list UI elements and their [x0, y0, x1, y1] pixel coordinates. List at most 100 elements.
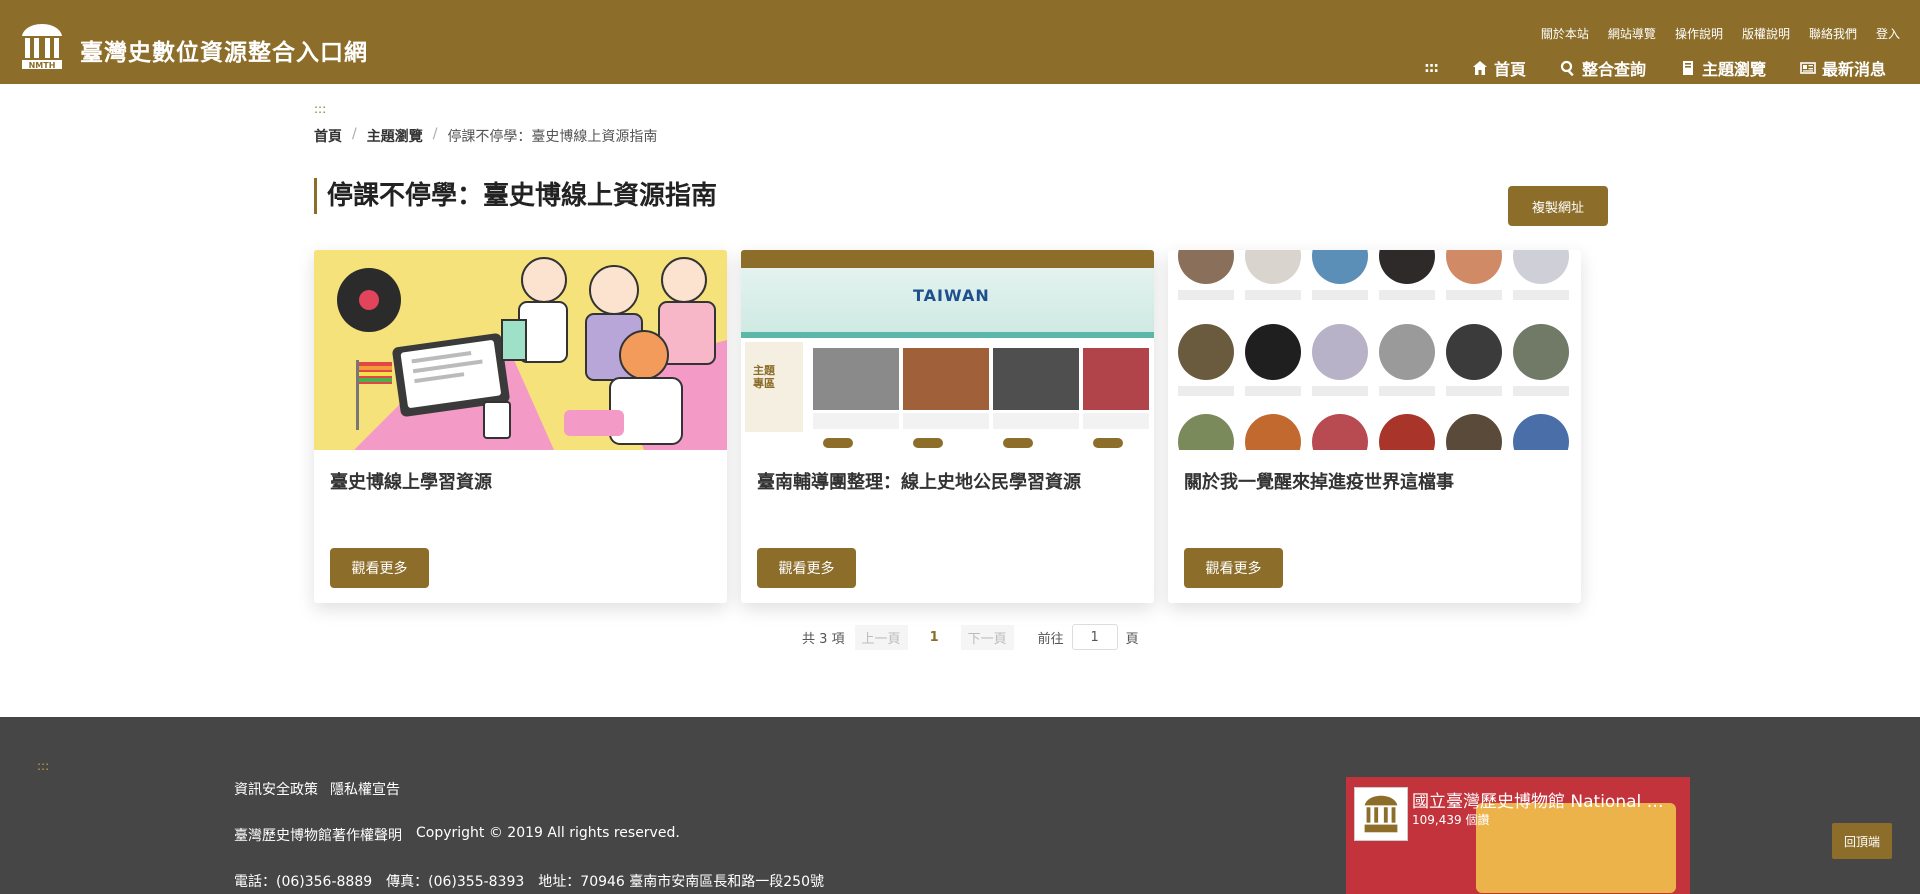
- facebook-likes: 109,439 個讚: [1412, 813, 1490, 827]
- screenshot-caption: [993, 413, 1079, 429]
- pagination-goto-input[interactable]: [1071, 624, 1118, 650]
- footer-copyright-text: Copyright © 2019 All rights reserved.: [416, 825, 680, 841]
- grid-photo: [1178, 250, 1234, 284]
- grid-caption: [1178, 386, 1234, 396]
- grid-photo: [1178, 324, 1234, 380]
- nmth-logo[interactable]: NMTH: [20, 22, 64, 70]
- nav-home[interactable]: 首頁: [1472, 56, 1526, 80]
- footer-contact: 電話：(06)356-8889 傳真：(06)355-8393 地址：70946…: [234, 871, 824, 891]
- breadcrumb-separator: /: [352, 126, 357, 142]
- screenshot-banner-text: TAIWAN: [913, 286, 990, 305]
- grid-photo: [1245, 414, 1301, 450]
- util-link-copyright[interactable]: 版權說明: [1742, 25, 1790, 42]
- logo-text: NMTH: [29, 61, 56, 70]
- copy-url-button[interactable]: 複製網址: [1508, 186, 1608, 226]
- nav-search[interactable]: 整合查詢: [1560, 56, 1646, 80]
- footer-copyright: 臺灣歷史博物館著作權聲明 Copyright © 2019 All rights…: [234, 825, 680, 845]
- screenshot-photo: [813, 348, 899, 410]
- card-title[interactable]: 臺史博線上學習資源: [330, 468, 492, 494]
- resource-card: 關於我一覺醒來掉進疫世界這檔事 觀看更多: [1168, 250, 1581, 603]
- utility-nav: 關於本站 網站導覽 操作說明 版權說明 聯絡我們 登入: [1541, 25, 1900, 42]
- card-image-photo-grid[interactable]: [1168, 250, 1581, 450]
- grid-caption: [1178, 290, 1234, 300]
- grid-caption: [1245, 386, 1301, 396]
- facebook-cover-image: [1476, 803, 1676, 893]
- view-more-button[interactable]: 觀看更多: [757, 548, 856, 588]
- accesskey-content[interactable]: :::: [314, 102, 326, 116]
- card-title[interactable]: 臺南輔導團整理：線上史地公民學習資源: [757, 468, 1081, 494]
- facebook-page-name[interactable]: 國立臺灣歷史博物館 National Museum of Taiwan Hist…: [1412, 787, 1672, 812]
- util-link-about[interactable]: 關於本站: [1541, 25, 1589, 42]
- util-link-contact[interactable]: 聯絡我們: [1809, 25, 1857, 42]
- accesskey-top[interactable]: :::: [1424, 60, 1439, 76]
- nav-browse-label: 主題瀏覽: [1701, 60, 1766, 79]
- screenshot-caption: [1083, 413, 1149, 429]
- screenshot-photo: [903, 348, 989, 410]
- screenshot-side-text: 主題專區: [753, 364, 775, 390]
- grid-photo: [1513, 324, 1569, 380]
- card-image-website-screenshot[interactable]: TAIWAN 主題專區: [741, 250, 1154, 450]
- grid-photo: [1245, 250, 1301, 284]
- grid-photo: [1245, 324, 1301, 380]
- site-title[interactable]: 臺灣史數位資源整合入口網: [80, 33, 368, 67]
- grid-caption: [1379, 290, 1435, 300]
- card-image-illustration[interactable]: [314, 250, 727, 450]
- pagination-goto-label: 前往: [1037, 631, 1064, 647]
- screenshot-divider: [741, 332, 1154, 338]
- facebook-page-widget[interactable]: 國立臺灣歷史博物館 National Museum of Taiwan Hist…: [1346, 777, 1690, 894]
- breadcrumb-browse[interactable]: 主題瀏覽: [367, 126, 423, 146]
- grid-photo: [1178, 414, 1234, 450]
- nav-browse[interactable]: 主題瀏覽: [1680, 56, 1766, 80]
- grid-photo: [1446, 324, 1502, 380]
- card-title[interactable]: 關於我一覺醒來掉進疫世界這檔事: [1184, 468, 1454, 494]
- breadcrumb-separator: /: [432, 126, 438, 142]
- footer-address: 地址：70946 臺南市安南區長和路一段250號: [538, 874, 824, 890]
- grid-photo: [1379, 324, 1435, 380]
- screenshot-pill: [823, 438, 853, 448]
- back-to-top-button[interactable]: 回頂端: [1832, 823, 1892, 859]
- util-link-login[interactable]: 登入: [1876, 25, 1900, 42]
- site-header: NMTH 臺灣史數位資源整合入口網 關於本站 網站導覽 操作說明 版權說明 聯絡…: [0, 0, 1920, 84]
- book-icon: [1682, 61, 1693, 75]
- footer-phone: 電話：(06)356-8889: [234, 874, 373, 890]
- grid-photo: [1379, 414, 1435, 450]
- footer-fax: 傳真：(06)355-8393: [386, 874, 525, 890]
- footer-link-security-policy[interactable]: 資訊安全政策: [234, 779, 318, 799]
- grid-photo: [1513, 250, 1569, 284]
- pagination-next[interactable]: 下一頁: [960, 624, 1014, 650]
- screenshot-side-label: 主題專區: [745, 342, 803, 432]
- screenshot-photo: [993, 348, 1079, 410]
- grid-photo: [1379, 250, 1435, 284]
- newspaper-icon: [1800, 62, 1816, 74]
- home-icon: [1472, 61, 1487, 75]
- grid-caption: [1312, 386, 1368, 396]
- breadcrumb-home[interactable]: 首頁: [314, 126, 342, 146]
- screenshot-pill: [1093, 438, 1123, 448]
- grid-photo: [1513, 414, 1569, 450]
- nav-news[interactable]: 最新消息: [1800, 56, 1886, 80]
- accesskey-footer[interactable]: :::: [37, 759, 49, 773]
- nmth-logo: [1354, 787, 1408, 841]
- grid-photo: [1312, 414, 1368, 450]
- pagination-prev[interactable]: 上一頁: [854, 624, 908, 650]
- footer-link-privacy[interactable]: 隱私權宣告: [330, 779, 400, 799]
- view-more-button[interactable]: 觀看更多: [330, 548, 429, 588]
- site-footer: ::: 資訊安全政策 隱私權宣告 臺灣歷史博物館著作權聲明 Copyright …: [0, 717, 1920, 894]
- pagination-current-page[interactable]: 1: [930, 630, 939, 645]
- grid-caption: [1446, 290, 1502, 300]
- breadcrumb: 首頁 / 主題瀏覽 / 停課不停學：臺史博線上資源指南: [314, 126, 657, 146]
- footer-links: 資訊安全政策 隱私權宣告: [234, 779, 400, 799]
- grid-caption: [1312, 290, 1368, 300]
- util-link-help[interactable]: 操作說明: [1675, 25, 1723, 42]
- util-link-sitemap[interactable]: 網站導覽: [1608, 25, 1656, 42]
- grid-photo: [1446, 414, 1502, 450]
- page-title: 停課不停學：臺史博線上資源指南: [314, 178, 717, 214]
- nav-news-label: 最新消息: [1821, 60, 1886, 79]
- illustration-students-computer: [314, 250, 727, 450]
- view-more-button[interactable]: 觀看更多: [1184, 548, 1283, 588]
- pagination-unit: 頁: [1125, 631, 1139, 647]
- main-nav: ::: 首頁 整合查詢 主題瀏覽 最新消息: [1424, 56, 1886, 80]
- footer-copyright-statement[interactable]: 臺灣歷史博物館著作權聲明: [234, 825, 402, 845]
- screenshot-caption: [903, 413, 989, 429]
- pagination: 共 3 項 上一頁 1 下一頁 前往 頁: [802, 624, 1139, 650]
